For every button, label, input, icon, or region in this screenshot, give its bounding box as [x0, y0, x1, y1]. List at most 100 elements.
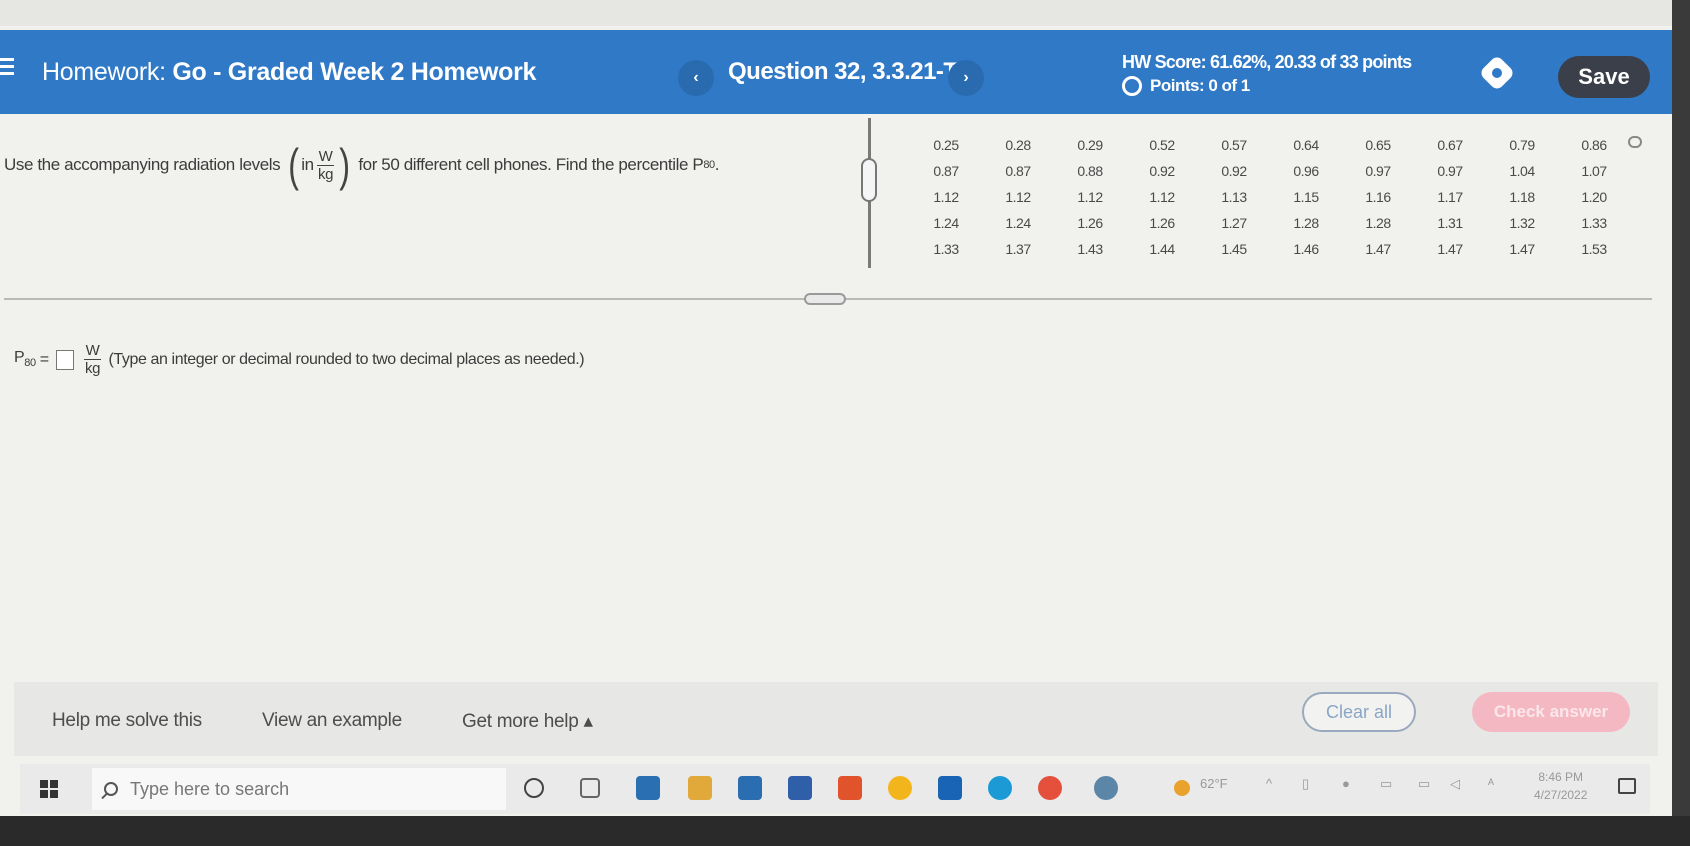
dropbox-icon[interactable] — [788, 776, 812, 800]
help-me-solve-link[interactable]: Help me solve this — [52, 710, 202, 732]
pane-resize-handle-vertical[interactable] — [861, 158, 877, 202]
data-cell: 1.27 — [1221, 215, 1247, 231]
tray-battery-icon[interactable]: ▭ — [1418, 776, 1430, 792]
answer-hint: (Type an integer or decimal rounded to t… — [108, 350, 585, 368]
data-cell: 0.88 — [1077, 163, 1103, 179]
clear-all-button[interactable]: Clear all — [1302, 692, 1416, 732]
answer-line: P80 = W kg (Type an integer or decimal r… — [14, 342, 585, 377]
homework-title: Homework: Go - Graded Week 2 Homework — [42, 58, 536, 87]
data-cell: 1.07 — [1581, 163, 1607, 179]
data-cell: 1.15 — [1293, 189, 1319, 205]
question-text-before: Use the accompanying radiation levels — [4, 155, 281, 174]
answer-input[interactable] — [55, 349, 74, 370]
hamburger-menu-icon[interactable] — [0, 58, 14, 76]
cortana-icon[interactable] — [524, 778, 544, 798]
data-cell: 0.52 — [1149, 137, 1175, 153]
tray-language-icon[interactable]: ᴬ — [1488, 776, 1494, 791]
monitor-bezel-right — [1672, 0, 1690, 846]
unit-prefix: in — [301, 155, 314, 174]
data-cell: 1.17 — [1437, 189, 1463, 205]
question-text-after: for 50 different cell phones. Find the p… — [358, 155, 704, 174]
data-cell: 0.87 — [933, 163, 959, 179]
copy-data-icon[interactable] — [1628, 136, 1642, 148]
notifications-icon[interactable] — [1618, 778, 1636, 794]
data-cell: 0.79 — [1509, 137, 1535, 153]
search-placeholder: Type here to search — [130, 778, 290, 799]
check-answer-button[interactable]: Check answer — [1472, 692, 1630, 732]
data-cell: 1.44 — [1149, 241, 1175, 257]
view-example-link[interactable]: View an example — [262, 710, 402, 732]
windows-taskbar: Type here to search 62°F ^ ▯ ● ▭ ▭ ◁ ᴬ 8… — [20, 764, 1650, 814]
homework-header: Homework: Go - Graded Week 2 Homework ‹ … — [0, 30, 1672, 114]
data-cell: 1.43 — [1077, 241, 1103, 257]
settings-icon[interactable] — [1478, 54, 1516, 92]
data-cell: 0.86 — [1581, 137, 1607, 153]
data-cell: 0.87 — [1005, 163, 1031, 179]
tray-network-icon[interactable]: ▯ — [1302, 776, 1309, 792]
data-cell: 1.04 — [1509, 163, 1535, 179]
data-cell: 1.12 — [933, 189, 959, 205]
taskbar-search-input[interactable]: Type here to search — [92, 768, 506, 810]
previous-question-button[interactable]: ‹ — [678, 60, 714, 96]
data-cell: 1.31 — [1437, 215, 1463, 231]
homework-prefix: Homework: — [42, 58, 166, 86]
data-cell: 1.47 — [1509, 241, 1535, 257]
taskbar-clock[interactable]: 8:46 PM 4/27/2022 — [1534, 768, 1587, 804]
tray-chevron-up-icon[interactable]: ^ — [1266, 776, 1272, 791]
app-extra-icon[interactable] — [1094, 776, 1118, 800]
data-cell: 0.97 — [1437, 163, 1463, 179]
unit-numerator: W — [316, 147, 335, 166]
data-cell: 0.97 — [1365, 163, 1391, 179]
hw-score: HW Score: 61.62%, 20.33 of 33 points — [1122, 52, 1412, 72]
open-paren: ( — [288, 139, 300, 191]
office-icon[interactable] — [838, 776, 862, 800]
search-icon — [104, 782, 118, 796]
temperature-readout: 62°F — [1200, 776, 1228, 791]
browser-screen: Homework: Go - Graded Week 2 Homework ‹ … — [0, 26, 1672, 816]
data-cell: 1.24 — [1005, 215, 1031, 231]
points-text: Points: 0 of 1 — [1150, 76, 1250, 95]
data-cell: 1.28 — [1365, 215, 1391, 231]
data-cell: 1.20 — [1581, 189, 1607, 205]
data-cell: 1.33 — [933, 241, 959, 257]
windows-start-icon[interactable] — [40, 780, 58, 798]
data-cell: 1.13 — [1221, 189, 1247, 205]
points-circle-icon — [1122, 76, 1142, 96]
tray-app-icon[interactable]: ● — [1342, 776, 1350, 791]
homework-name: Go - Graded Week 2 Homework — [172, 58, 537, 86]
data-row: 1.33 1.37 1.43 1.44 1.45 1.46 1.47 1.47 1.47 1.53 — [910, 236, 1630, 262]
data-cell: 0.65 — [1365, 137, 1391, 153]
monitor-bezel-bottom — [0, 816, 1690, 846]
save-button[interactable]: Save — [1558, 56, 1650, 98]
get-more-help-link[interactable]: Get more help ▴ — [462, 710, 593, 733]
edge-icon[interactable] — [988, 776, 1012, 800]
percentile-subscript: 80 — [703, 159, 715, 171]
tray-display-icon[interactable]: ▭ — [1380, 776, 1392, 792]
question-label[interactable]: Question 32, 3.3.21-T — [728, 58, 958, 86]
data-cell: 0.57 — [1221, 137, 1247, 153]
store-icon[interactable] — [738, 776, 762, 800]
file-explorer-icon[interactable] — [688, 776, 712, 800]
clock-date: 4/27/2022 — [1534, 788, 1588, 802]
data-row: 0.87 0.87 0.88 0.92 0.92 0.96 0.97 0.97 1.04 1.07 — [910, 158, 1630, 184]
data-cell: 1.53 — [1581, 241, 1607, 257]
radiation-data-table: 0.25 0.28 0.29 0.52 0.57 0.64 0.65 0.67 0.79 0.86… — [910, 132, 1630, 262]
weather-tray-icon[interactable] — [1174, 780, 1190, 796]
next-question-button[interactable]: › — [948, 60, 984, 96]
tray-volume-icon[interactable]: ◁ — [1450, 776, 1460, 792]
chrome-icon[interactable] — [888, 776, 912, 800]
data-cell: 1.12 — [1149, 189, 1175, 205]
pane-resize-handle-horizontal[interactable] — [804, 293, 846, 305]
unit-fraction: W kg — [316, 147, 335, 183]
data-row: 1.24 1.24 1.26 1.26 1.27 1.28 1.28 1.31 1.32 1.33 — [910, 210, 1630, 236]
data-cell: 1.12 — [1077, 189, 1103, 205]
weather-app-icon[interactable] — [636, 776, 660, 800]
data-row: 1.12 1.12 1.12 1.12 1.13 1.15 1.16 1.17 1.18 1.20 — [910, 184, 1630, 210]
app-red-icon[interactable] — [1038, 776, 1062, 800]
data-cell: 0.25 — [933, 137, 959, 153]
data-cell: 1.18 — [1509, 189, 1535, 205]
task-view-icon[interactable] — [580, 778, 600, 798]
answer-unit-denominator: kg — [85, 360, 101, 377]
app-s-icon[interactable] — [938, 776, 962, 800]
data-cell: 0.28 — [1005, 137, 1031, 153]
